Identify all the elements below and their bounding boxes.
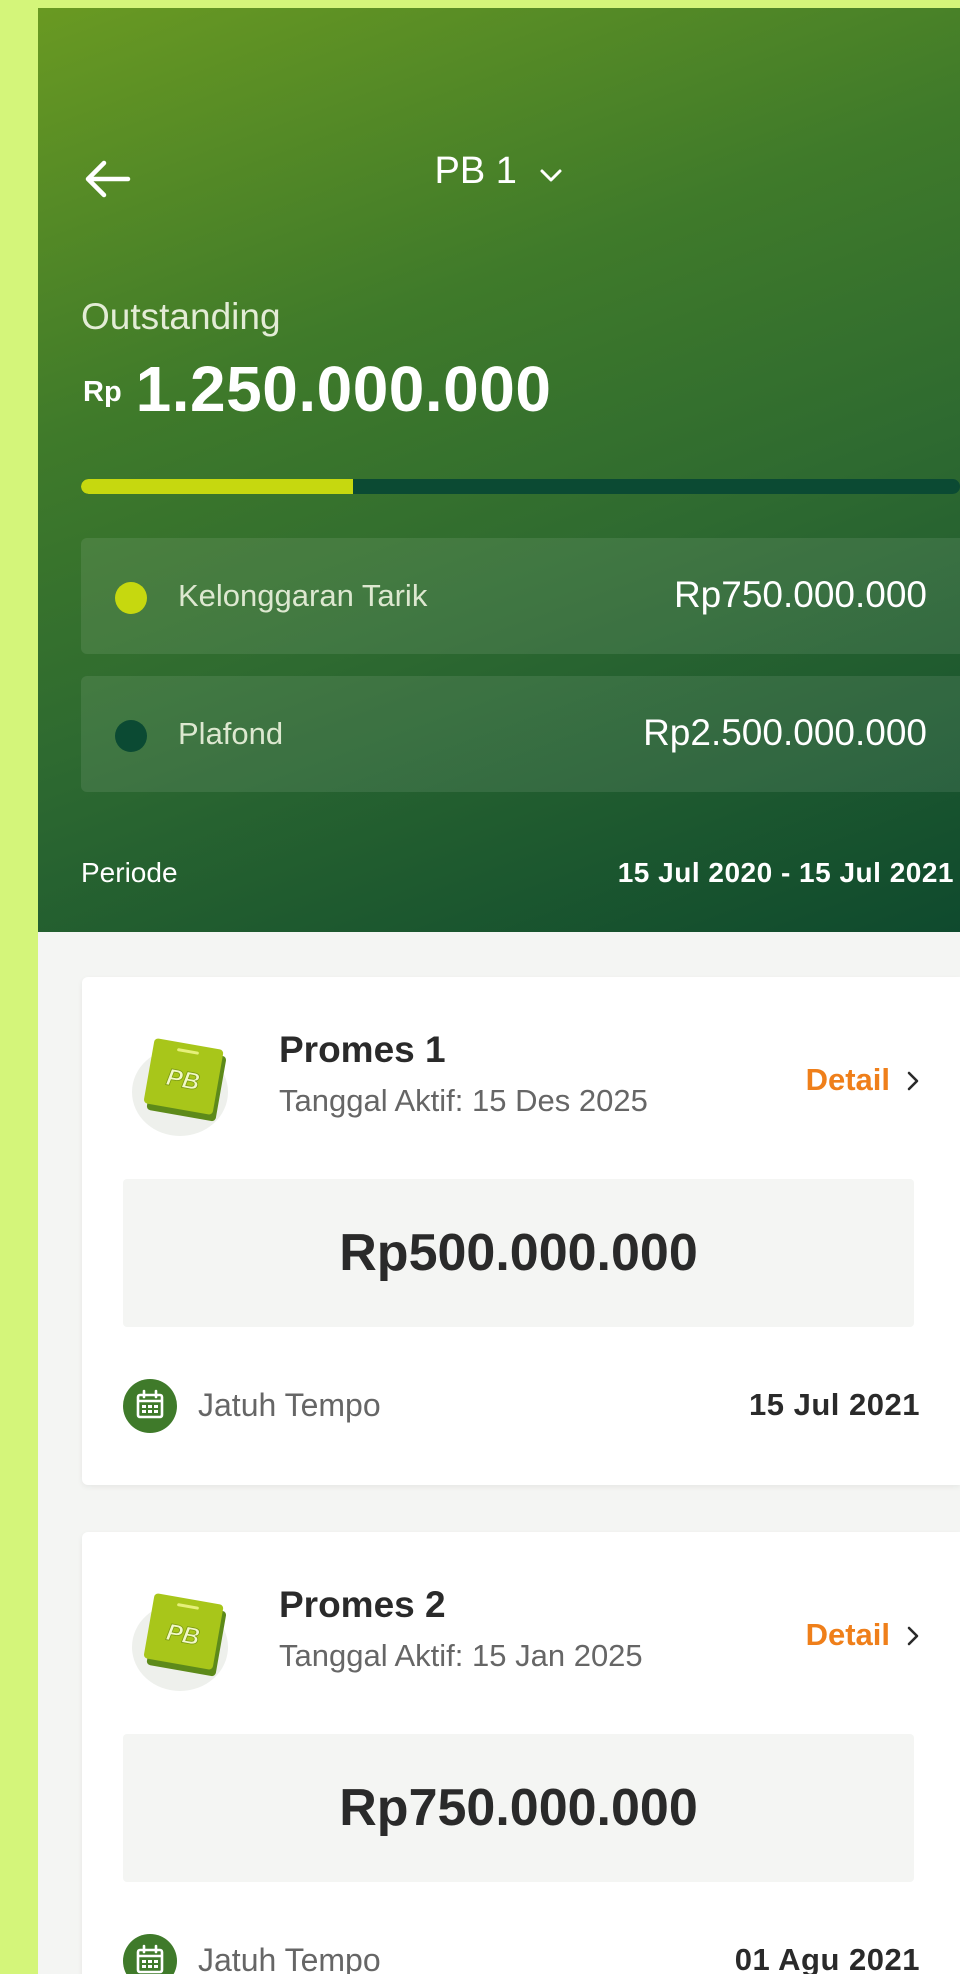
currency-label: Rp [83, 376, 122, 408]
account-title: PB 1 [434, 150, 517, 192]
usage-progress-fill [81, 479, 354, 494]
row-value: Rp2.500.000.000 [643, 712, 927, 753]
top-strip [38, 0, 960, 8]
chevron-right-icon [906, 1064, 920, 1100]
row-value: Rp750.000.000 [673, 574, 927, 615]
app-screen: PB 1 Outstanding Rp 1.250.000.000 Kelongg… [38, 0, 960, 1974]
tanggal-aktif: Tanggal Aktif: 15 Jan 2025 [279, 1638, 643, 1673]
jatuh-tempo-value: 15 Jul 2021 [749, 1387, 920, 1422]
promes-name: Promes 2 [279, 1584, 446, 1625]
jatuh-tempo-label: Jatuh Tempo [198, 1387, 381, 1423]
detail-link[interactable]: Detail [806, 1062, 920, 1100]
detail-label: Detail [805, 1617, 890, 1652]
promes-name: Promes 1 [279, 1029, 446, 1070]
tanggal-aktif: Tanggal Aktif: 15 Des 2025 [279, 1083, 648, 1118]
promes-card: PB Promes 1 Tanggal Aktif: 15 Des 2025 D… [82, 977, 960, 1485]
row-label: Kelonggaran Tarik [178, 578, 428, 613]
pb-logo-icon: PB [128, 1030, 238, 1140]
promes-amount-box: Rp750.000.000 [123, 1734, 914, 1882]
legend-dot-icon [115, 720, 147, 752]
detail-link[interactable]: Detail [806, 1617, 920, 1655]
pb-logo-icon: PB [128, 1585, 238, 1695]
detail-label: Detail [805, 1062, 890, 1097]
outstanding-value: 1.250.000.000 [135, 353, 552, 425]
calendar-icon [123, 1934, 177, 1974]
jatuh-tempo-value: 01 Agu 2021 [734, 1942, 920, 1974]
calendar-icon [123, 1379, 177, 1433]
chevron-down-icon [539, 151, 563, 194]
pb-logo-text: PB [164, 1619, 202, 1651]
plafond-row: Plafond Rp2.500.000.000 [81, 676, 960, 792]
row-label: Plafond [178, 716, 284, 751]
periode-value: 15 Jul 2020 - 15 Jul 2021 [617, 857, 954, 888]
jatuh-tempo-label: Jatuh Tempo [198, 1942, 381, 1974]
outstanding-label: Outstanding [81, 296, 281, 337]
pb-logo-text: PB [164, 1064, 202, 1096]
outstanding-amount: Rp 1.250.000.000 [83, 352, 551, 426]
chevron-right-icon [906, 1619, 920, 1655]
promes-amount-box: Rp500.000.000 [123, 1179, 914, 1327]
promes-amount: Rp500.000.000 [339, 1224, 698, 1282]
promes-amount: Rp750.000.000 [339, 1779, 698, 1837]
usage-progress-bar [81, 479, 960, 494]
loan-summary-header: PB 1 Outstanding Rp 1.250.000.000 Kelongg… [38, 0, 960, 932]
kelonggaran-tarik-row: Kelonggaran Tarik Rp750.000.000 [81, 538, 960, 654]
promes-card: PB Promes 2 Tanggal Aktif: 15 Jan 2025 D… [82, 1532, 960, 1974]
periode-label: Periode [81, 857, 178, 888]
account-selector[interactable]: PB 1 [38, 150, 960, 194]
legend-dot-icon [115, 582, 147, 614]
